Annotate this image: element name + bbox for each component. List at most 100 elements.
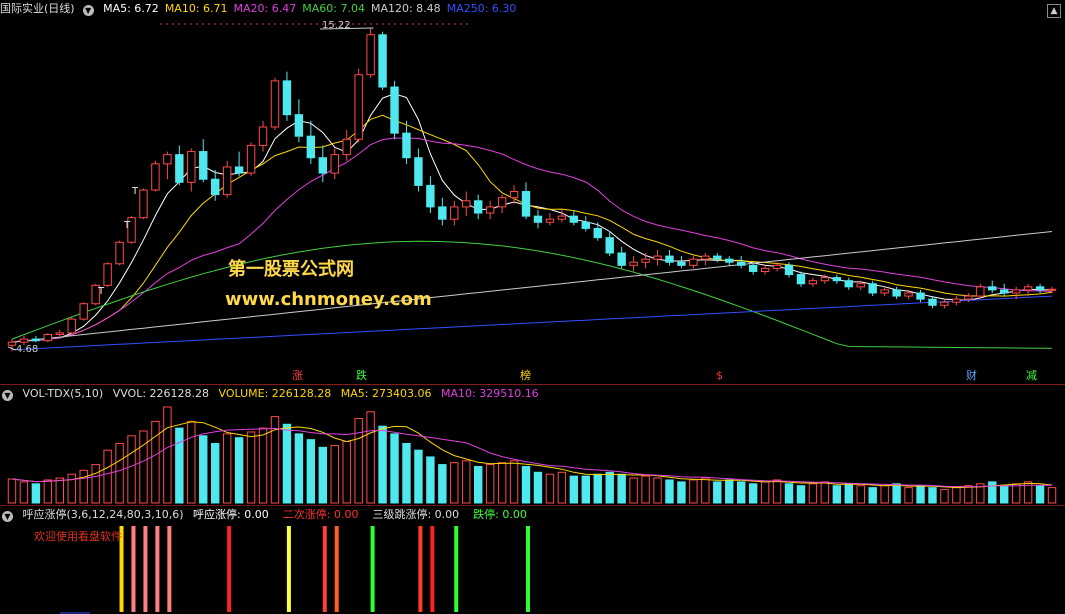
volume-bar xyxy=(294,433,304,504)
event-marker[interactable]: $ xyxy=(716,369,723,382)
volume-bar xyxy=(509,460,519,504)
volume-bar xyxy=(581,475,591,504)
candle xyxy=(1047,288,1057,291)
event-marker[interactable]: 涨 xyxy=(292,369,303,382)
volume-bar xyxy=(462,460,471,504)
volume-bar xyxy=(521,466,531,504)
candle xyxy=(928,298,937,306)
volume-bar xyxy=(928,487,937,504)
candle xyxy=(689,258,698,266)
volume-bar xyxy=(282,423,292,504)
candle xyxy=(713,255,722,260)
volume-bar xyxy=(222,433,232,504)
volume-bar xyxy=(748,483,758,504)
volume-bar xyxy=(330,444,339,504)
candle xyxy=(916,292,925,300)
volume-bar xyxy=(820,481,830,504)
candle xyxy=(545,218,555,223)
event-marker[interactable]: 榜 xyxy=(520,369,531,382)
volume-bar xyxy=(988,481,997,504)
candle xyxy=(988,286,997,291)
signal-bar xyxy=(167,526,172,612)
volume-bar xyxy=(964,485,973,504)
volume-bar xyxy=(414,449,423,504)
candle xyxy=(653,255,662,260)
candle xyxy=(390,86,399,134)
candle xyxy=(450,206,459,220)
candle xyxy=(19,338,29,343)
volume-bar xyxy=(796,485,806,504)
volume-bar xyxy=(940,489,949,504)
volume-bar xyxy=(533,471,543,504)
candle xyxy=(485,206,495,214)
candle xyxy=(222,166,232,196)
volume-bar xyxy=(892,483,901,504)
volume-bar xyxy=(605,471,614,504)
volume-panel[interactable]: ▼ VOL-TDX(5,10) VVOL: 226128.28 VOLUME: … xyxy=(0,385,1065,505)
volume-bar xyxy=(378,425,387,504)
candle xyxy=(1035,286,1045,291)
candle xyxy=(175,154,184,183)
candle xyxy=(246,144,256,174)
volume-bar xyxy=(151,420,160,504)
signal-chart[interactable] xyxy=(0,506,1065,614)
volume-bar xyxy=(426,456,435,504)
candle xyxy=(784,264,794,276)
candle xyxy=(1023,286,1033,291)
candle xyxy=(426,184,435,208)
volume-bar xyxy=(1011,483,1021,504)
event-marker[interactable]: 财 xyxy=(966,369,977,382)
signal-bar xyxy=(143,526,148,612)
volume-bar xyxy=(952,487,961,504)
candle xyxy=(701,255,710,260)
volume-bar xyxy=(916,485,925,504)
indicator-panel[interactable]: ▼ 呼应涨停(3,6,12,24,80,3,10,6) 呼应涨停: 0.00 二次… xyxy=(0,506,1065,614)
candle xyxy=(163,154,172,165)
price-panel[interactable]: 国际实业(日线) ▼ MA5: 6.72 MA10: 6.71 MA20: 6.47 M… xyxy=(0,0,1065,384)
volume-bar xyxy=(473,466,483,504)
candle xyxy=(342,138,351,156)
signal-bar xyxy=(454,526,459,612)
candle xyxy=(629,261,638,266)
volume-bar xyxy=(999,485,1009,504)
low-price-label: 4.68 xyxy=(16,344,39,355)
candle xyxy=(67,318,76,334)
volume-bar xyxy=(617,473,626,504)
candle xyxy=(187,151,196,183)
volume-chart[interactable] xyxy=(0,385,1065,505)
candle xyxy=(115,241,124,265)
candle xyxy=(904,292,913,297)
candle xyxy=(593,227,602,239)
candle xyxy=(868,283,877,294)
volume-bar xyxy=(19,481,29,504)
volume-bar xyxy=(43,479,53,504)
signal-bar xyxy=(370,526,375,612)
volume-bar xyxy=(736,481,746,504)
t-mark: T xyxy=(123,220,131,231)
ma-line-ma250 xyxy=(11,295,1053,351)
candle xyxy=(760,267,770,272)
volume-bar xyxy=(880,485,889,504)
candle xyxy=(999,289,1009,294)
volume-bar xyxy=(653,477,662,504)
candle xyxy=(892,289,901,297)
volume-bar xyxy=(67,473,76,504)
volume-bar xyxy=(760,481,770,504)
candle xyxy=(103,263,112,286)
volume-bar xyxy=(450,462,459,504)
volume-bar xyxy=(593,473,602,504)
event-marker[interactable]: 跌 xyxy=(356,369,367,382)
event-marker[interactable]: 减 xyxy=(1026,369,1037,382)
candle xyxy=(736,261,746,266)
candle xyxy=(414,157,423,186)
candle xyxy=(617,252,626,266)
signal-bar xyxy=(418,526,423,612)
volume-bar xyxy=(665,479,674,504)
volume-bar xyxy=(868,487,877,504)
candle xyxy=(139,189,148,219)
volume-bar xyxy=(210,442,220,504)
candle xyxy=(796,274,806,285)
price-chart[interactable]: T T T xyxy=(0,0,1065,384)
candle xyxy=(820,277,830,282)
volume-bar xyxy=(772,479,782,504)
